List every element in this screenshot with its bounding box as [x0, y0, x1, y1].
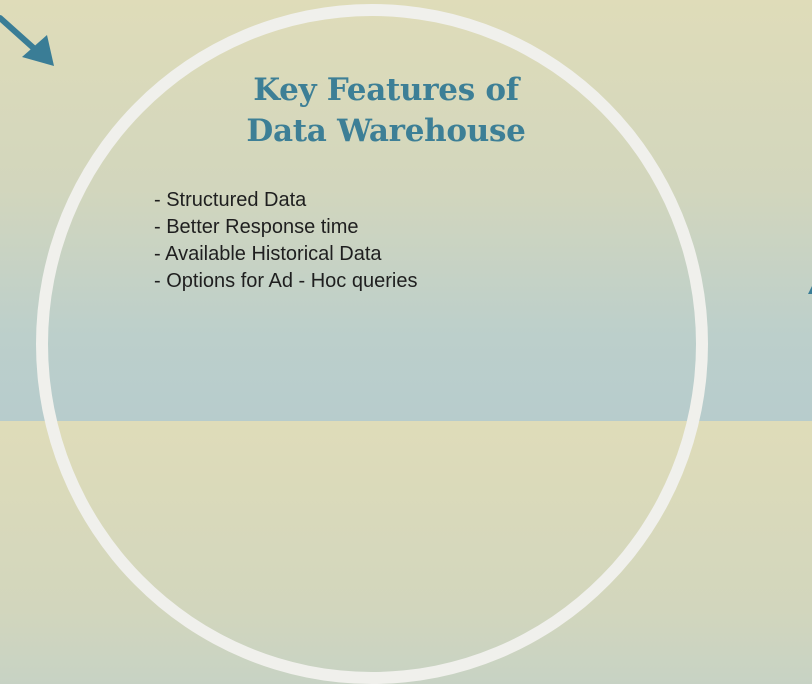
arrow-down-right-icon — [0, 15, 54, 66]
list-item: - Better Response time — [154, 216, 359, 238]
list-item: - Options for Ad - Hoc queries — [154, 270, 418, 292]
list-item: - Structured Data — [154, 189, 307, 211]
title-line-1: Key Features of — [253, 72, 519, 108]
slide-title: Key Features of Data Warehouse — [186, 70, 586, 152]
title-line-2: Data Warehouse — [246, 113, 526, 149]
list-item: - Available Historical Data — [154, 243, 382, 265]
feature-list: - Structured Data - Better Response time… — [154, 187, 417, 295]
arrow-fragment-icon — [808, 286, 812, 294]
